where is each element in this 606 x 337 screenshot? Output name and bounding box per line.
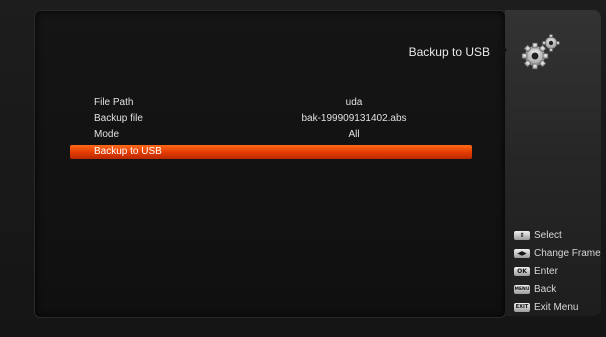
key-hint-label: Enter	[534, 265, 558, 277]
updown-arrows-icon: ⇕	[514, 230, 530, 240]
gears-icon	[521, 34, 560, 70]
backup-file-row[interactable]: Backup file bak-199909131402.abs	[94, 112, 474, 125]
ok-key-icon: OK	[514, 266, 530, 276]
file-path-value: uda	[345, 97, 363, 108]
page-title: Backup to USB	[408, 45, 490, 59]
backup-file-value: bak-199909131402.abs	[301, 113, 407, 124]
key-hint-label: Select	[534, 229, 562, 241]
screen: Backup to USB File Path uda Backup file …	[0, 0, 606, 337]
file-path-label: File Path	[94, 97, 134, 108]
key-hint-enter: OK Enter	[514, 262, 604, 280]
key-hint-change-frame: ◀▶ Change Frame	[514, 244, 604, 262]
key-hint-label: Change Frame	[534, 247, 601, 259]
key-hint-label: Back	[534, 283, 557, 295]
key-hint-label: Exit Menu	[534, 301, 579, 313]
key-hint-exit-menu: EXIT Exit Menu	[514, 298, 604, 316]
backup-to-usb-label: Backup to USB	[94, 146, 162, 157]
mode-value: All	[348, 129, 360, 140]
key-hint-select: ⇕ Select	[514, 226, 604, 244]
key-legend: ⇕ Select ◀▶ Change Frame OK Enter MENU B…	[514, 226, 604, 316]
backup-file-label: Backup file	[94, 113, 143, 124]
exit-key-icon: EXIT	[514, 302, 530, 312]
key-hint-back: MENU Back	[514, 280, 604, 298]
mode-label: Mode	[94, 129, 120, 140]
leftright-arrows-icon: ◀▶	[514, 248, 530, 258]
mode-row[interactable]: Mode All	[94, 128, 474, 141]
backup-to-usb-button[interactable]: Backup to USB	[70, 145, 472, 159]
file-path-row[interactable]: File Path uda	[94, 96, 474, 109]
panel-pointer-icon	[498, 40, 507, 60]
menu-key-icon: MENU	[514, 284, 530, 294]
